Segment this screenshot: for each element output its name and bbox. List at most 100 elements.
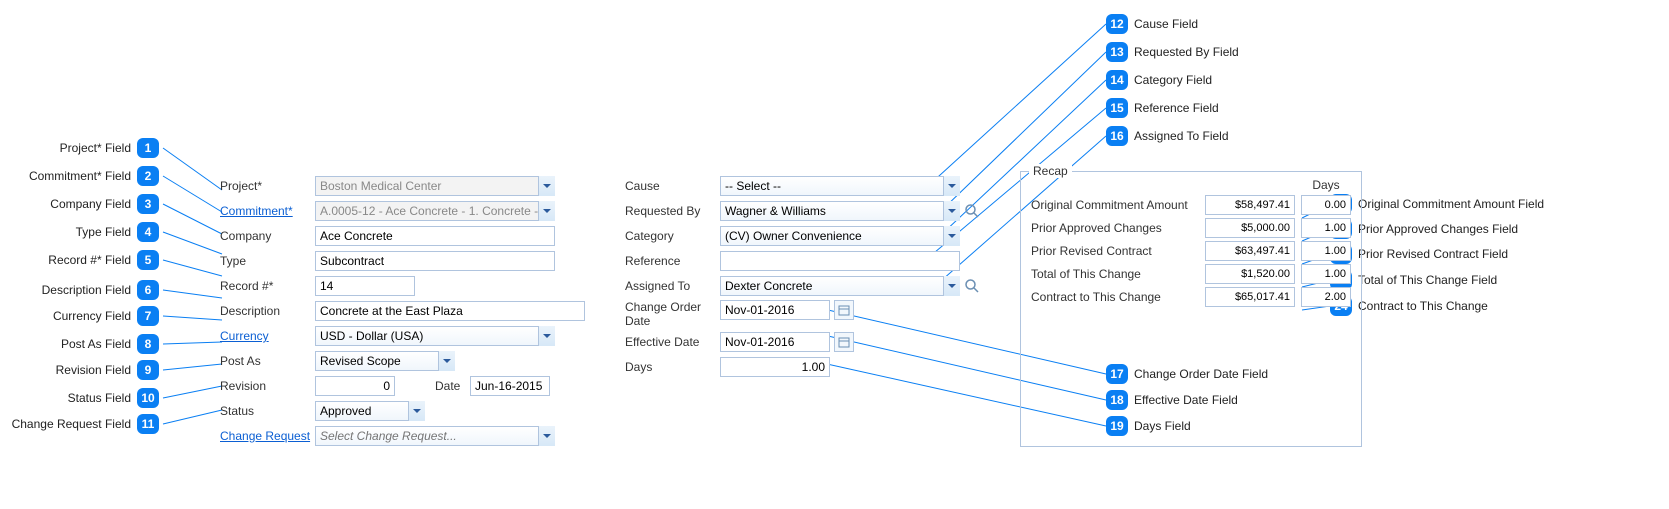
callout-label: Type Field — [76, 225, 131, 239]
currency-label[interactable]: Currency — [220, 329, 315, 343]
search-icon[interactable] — [964, 278, 980, 294]
callout-label: Change Request Field — [12, 417, 131, 431]
status-select[interactable] — [315, 401, 425, 421]
recap-row-label: Contract to This Change — [1031, 290, 1199, 304]
changereq-label[interactable]: Change Request — [220, 429, 315, 443]
type-input[interactable] — [315, 251, 555, 271]
callout-10: Status Field 10 — [68, 388, 159, 408]
callout-20: 20 Original Commitment Amount Field — [1330, 194, 1544, 214]
callout-8: Post As Field 8 — [61, 334, 159, 354]
recap-days[interactable] — [1301, 218, 1351, 238]
recap-days[interactable] — [1301, 264, 1351, 284]
cause-label: Cause — [625, 179, 720, 193]
recap-amount[interactable] — [1205, 241, 1295, 261]
callout-6: Description Field 6 — [42, 280, 159, 300]
recap-amount[interactable] — [1205, 264, 1295, 284]
recap-days[interactable] — [1301, 241, 1351, 261]
callout-label: Prior Revised Contract Field — [1358, 247, 1508, 261]
callout-label: Total of This Change Field — [1358, 273, 1497, 287]
callout-14: 14 Category Field — [1106, 70, 1212, 90]
callout-15: 15 Reference Field — [1106, 98, 1219, 118]
recap-row-label: Total of This Change — [1031, 267, 1199, 281]
form-area: Project* Commitment* Company Type Record… — [220, 175, 1362, 447]
record-input[interactable] — [315, 276, 415, 296]
callout-badge: 5 — [137, 250, 159, 270]
recap-row-label: Original Commitment Amount — [1031, 199, 1199, 212]
callout-label: Company Field — [50, 197, 131, 211]
callout-label: Reference Field — [1134, 101, 1219, 115]
revdate-input[interactable] — [470, 376, 550, 396]
callout-badge: 13 — [1106, 42, 1128, 62]
callout-5: Record #* Field 5 — [48, 250, 159, 270]
project-select[interactable] — [315, 176, 555, 196]
callout-badge: 1 — [137, 138, 159, 158]
callout-16: 16 Assigned To Field — [1106, 126, 1229, 146]
status-label: Status — [220, 404, 315, 418]
callout-label: Original Commitment Amount Field — [1358, 197, 1544, 211]
days-input[interactable] — [720, 357, 830, 377]
callout-label: Cause Field — [1134, 17, 1198, 31]
recap-days[interactable] — [1301, 195, 1351, 215]
form-col1: Project* Commitment* Company Type Record… — [220, 175, 585, 447]
codate-label: Change Order Date — [625, 300, 720, 328]
callout-12: 12 Cause Field — [1106, 14, 1198, 34]
callout-3: Company Field 3 — [50, 194, 159, 214]
description-label: Description — [220, 304, 315, 318]
callout-label: Revision Field — [56, 363, 131, 377]
callout-badge: 8 — [137, 334, 159, 354]
cause-select[interactable] — [720, 176, 960, 196]
callout-label: Status Field — [68, 391, 131, 405]
recap-days[interactable] — [1301, 287, 1351, 307]
days-label: Days — [625, 360, 720, 374]
record-label: Record #* — [220, 279, 315, 293]
callout-label: Assigned To Field — [1134, 129, 1229, 143]
reference-label: Reference — [625, 254, 720, 268]
callout-badge: 6 — [137, 280, 159, 300]
assignedto-select[interactable] — [720, 276, 960, 296]
callout-label: Requested By Field — [1134, 45, 1239, 59]
calendar-icon[interactable] — [834, 332, 854, 352]
callout-badge: 7 — [137, 306, 159, 326]
callout-label: Description Field — [42, 283, 131, 297]
effdate-input[interactable] — [720, 332, 830, 352]
callout-2: Commitment* Field 2 — [29, 166, 159, 186]
requestedby-select[interactable] — [720, 201, 960, 221]
postas-select[interactable] — [315, 351, 455, 371]
recap-days-header: Days — [1301, 178, 1351, 192]
callout-label: Record #* Field — [48, 253, 131, 267]
currency-select[interactable] — [315, 326, 555, 346]
callout-badge: 4 — [137, 222, 159, 242]
commitment-select[interactable] — [315, 201, 555, 221]
revision-input[interactable] — [315, 376, 395, 396]
commitment-label[interactable]: Commitment* — [220, 204, 315, 218]
callout-label: Contract to This Change — [1358, 299, 1488, 313]
callout-badge: 9 — [137, 360, 159, 380]
callout-label: Currency Field — [53, 309, 131, 323]
search-icon[interactable] — [964, 203, 980, 219]
requestedby-label: Requested By — [625, 204, 720, 218]
calendar-icon[interactable] — [834, 300, 854, 320]
callout-badge: 11 — [137, 414, 159, 434]
category-select[interactable] — [720, 226, 960, 246]
callout-9: Revision Field 9 — [56, 360, 159, 380]
effdate-label: Effective Date — [625, 335, 720, 349]
callout-badge: 15 — [1106, 98, 1128, 118]
callout-badge: 2 — [137, 166, 159, 186]
codate-input[interactable] — [720, 300, 830, 320]
company-input[interactable] — [315, 226, 555, 246]
company-label: Company — [220, 229, 315, 243]
callout-1: Project* Field 1 — [60, 138, 159, 158]
description-input[interactable] — [315, 301, 585, 321]
category-label: Category — [625, 229, 720, 243]
callout-badge: 16 — [1106, 126, 1128, 146]
callout-label: Post As Field — [61, 337, 131, 351]
callout-4: Type Field 4 — [76, 222, 159, 242]
callout-label: Commitment* Field — [29, 169, 131, 183]
reference-input[interactable] — [720, 251, 960, 271]
postas-label: Post As — [220, 354, 315, 368]
recap-amount[interactable] — [1205, 218, 1295, 238]
recap-panel: Days Original Commitment Amount Prior Ap… — [1020, 171, 1362, 447]
changereq-select[interactable] — [315, 426, 555, 446]
recap-amount[interactable] — [1205, 195, 1295, 215]
recap-amount[interactable] — [1205, 287, 1295, 307]
